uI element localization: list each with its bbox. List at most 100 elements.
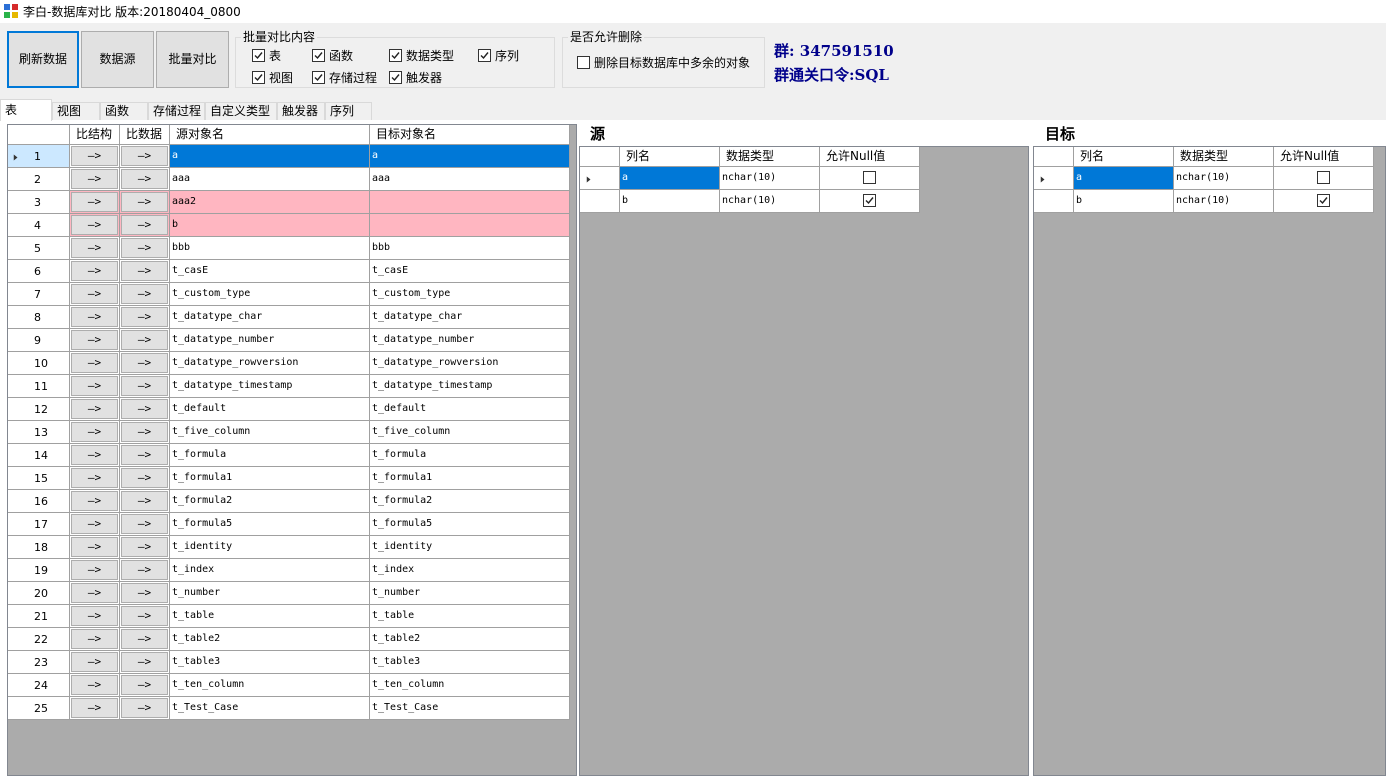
compare-structure-button[interactable]: —> xyxy=(71,652,118,672)
target-object-name-cell[interactable]: t_datatype_timestamp xyxy=(370,375,570,398)
column-header[interactable]: 允许Null值 xyxy=(1274,147,1374,167)
compare-data-button[interactable]: —> xyxy=(121,238,168,258)
tab-sequence[interactable]: 序列 xyxy=(325,102,372,120)
source-object-name-cell[interactable]: t_table xyxy=(170,605,370,628)
data-type-cell[interactable]: nchar(10) xyxy=(1174,190,1274,213)
column-header[interactable]: 列名 xyxy=(1074,147,1174,167)
batch-compare-button[interactable]: 批量对比 xyxy=(156,31,229,88)
compare-data-button[interactable]: —> xyxy=(121,560,168,580)
compare-data-button[interactable]: —> xyxy=(121,491,168,511)
source-object-name-cell[interactable]: t_formula xyxy=(170,444,370,467)
source-object-name-cell[interactable]: t_datatype_rowversion xyxy=(170,352,370,375)
target-object-name-cell[interactable]: t_datatype_char xyxy=(370,306,570,329)
source-object-name-cell[interactable]: t_table3 xyxy=(170,651,370,674)
target-object-name-cell[interactable] xyxy=(370,214,570,237)
compare-data-button[interactable]: —> xyxy=(121,307,168,327)
source-object-name-cell[interactable]: t_datatype_char xyxy=(170,306,370,329)
compare-structure-button[interactable]: —> xyxy=(71,491,118,511)
row-header[interactable]: 15 xyxy=(8,467,70,490)
source-object-name-cell[interactable]: t_datatype_timestamp xyxy=(170,375,370,398)
compare-data-button[interactable]: —> xyxy=(121,376,168,396)
data-type-cell[interactable]: nchar(10) xyxy=(720,167,820,190)
row-header[interactable]: 23 xyxy=(8,651,70,674)
row-header[interactable] xyxy=(580,190,620,213)
compare-structure-button[interactable]: —> xyxy=(71,445,118,465)
compare-data-button[interactable]: —> xyxy=(121,261,168,281)
compare-data-button[interactable]: —> xyxy=(121,445,168,465)
compare-data-button[interactable]: —> xyxy=(121,192,168,212)
object-compare-grid[interactable]: 比结构 比数据 源对象名 目标对象名 1 —> —> a a 2 —> —> aaa aaa 3 —> —> aa… xyxy=(7,124,577,776)
row-header[interactable]: 5 xyxy=(8,237,70,260)
target-object-name-cell[interactable]: t_index xyxy=(370,559,570,582)
column-header[interactable]: 比数据 xyxy=(120,125,170,145)
compare-data-button[interactable]: —> xyxy=(121,399,168,419)
source-object-name-cell[interactable]: t_formula5 xyxy=(170,513,370,536)
compare-data-button[interactable]: —> xyxy=(121,169,168,189)
compare-data-button[interactable]: —> xyxy=(121,353,168,373)
row-header[interactable]: 14 xyxy=(8,444,70,467)
compare-structure-button[interactable]: —> xyxy=(71,146,118,166)
compare-data-button[interactable]: —> xyxy=(121,215,168,235)
row-header[interactable]: 2 xyxy=(8,168,70,191)
target-columns-grid[interactable]: 列名 数据类型 允许Null值 a nchar(10) b nchar(10) xyxy=(1033,146,1386,776)
batch-option-view-checkbox[interactable]: 视图 xyxy=(252,69,293,86)
allow-null-checkbox[interactable] xyxy=(863,171,876,184)
batch-option-procedure-checkbox[interactable]: 存储过程 xyxy=(312,69,377,86)
row-header[interactable]: 19 xyxy=(8,559,70,582)
source-object-name-cell[interactable]: t_default xyxy=(170,398,370,421)
checkbox-box[interactable] xyxy=(389,49,402,62)
row-header[interactable] xyxy=(580,167,620,190)
column-name-cell[interactable]: b xyxy=(620,190,720,213)
source-object-name-cell[interactable]: t_index xyxy=(170,559,370,582)
compare-structure-button[interactable]: —> xyxy=(71,192,118,212)
compare-structure-button[interactable]: —> xyxy=(71,238,118,258)
target-object-name-cell[interactable]: t_formula5 xyxy=(370,513,570,536)
target-object-name-cell[interactable]: t_five_column xyxy=(370,421,570,444)
allow-null-checkbox[interactable] xyxy=(1317,194,1330,207)
data-type-cell[interactable]: nchar(10) xyxy=(1174,167,1274,190)
compare-structure-button[interactable]: —> xyxy=(71,698,118,718)
target-object-name-cell[interactable]: t_default xyxy=(370,398,570,421)
tab-procedure[interactable]: 存储过程 xyxy=(148,102,205,120)
compare-structure-button[interactable]: —> xyxy=(71,353,118,373)
target-object-name-cell[interactable]: aaa xyxy=(370,168,570,191)
compare-data-button[interactable]: —> xyxy=(121,514,168,534)
row-header[interactable]: 8 xyxy=(8,306,70,329)
batch-option-datatype-checkbox[interactable]: 数据类型 xyxy=(389,47,454,64)
target-object-name-cell[interactable]: t_table2 xyxy=(370,628,570,651)
row-header[interactable]: 1 xyxy=(8,145,70,168)
tab-table[interactable]: 表 xyxy=(0,99,52,121)
target-object-name-cell[interactable]: t_formula xyxy=(370,444,570,467)
row-header[interactable]: 4 xyxy=(8,214,70,237)
column-header[interactable]: 列名 xyxy=(620,147,720,167)
column-header[interactable]: 允许Null值 xyxy=(820,147,920,167)
source-object-name-cell[interactable]: t_custom_type xyxy=(170,283,370,306)
source-object-name-cell[interactable]: t_number xyxy=(170,582,370,605)
target-object-name-cell[interactable]: t_casE xyxy=(370,260,570,283)
refresh-data-button[interactable]: 刷新数据 xyxy=(7,31,79,88)
tab-view[interactable]: 视图 xyxy=(52,102,100,120)
row-header[interactable]: 18 xyxy=(8,536,70,559)
compare-data-button[interactable]: —> xyxy=(121,330,168,350)
checkbox-box[interactable] xyxy=(389,71,402,84)
compare-structure-button[interactable]: —> xyxy=(71,629,118,649)
target-object-name-cell[interactable]: t_formula1 xyxy=(370,467,570,490)
column-name-cell[interactable]: b xyxy=(1074,190,1174,213)
target-object-name-cell[interactable]: t_custom_type xyxy=(370,283,570,306)
source-object-name-cell[interactable]: t_casE xyxy=(170,260,370,283)
source-object-name-cell[interactable]: b xyxy=(170,214,370,237)
source-object-name-cell[interactable]: bbb xyxy=(170,237,370,260)
source-object-name-cell[interactable]: t_formula2 xyxy=(170,490,370,513)
compare-data-button[interactable]: —> xyxy=(121,468,168,488)
compare-data-button[interactable]: —> xyxy=(121,537,168,557)
row-header[interactable]: 21 xyxy=(8,605,70,628)
batch-option-function-checkbox[interactable]: 函数 xyxy=(312,47,353,64)
batch-option-trigger-checkbox[interactable]: 触发器 xyxy=(389,69,442,86)
compare-structure-button[interactable]: —> xyxy=(71,675,118,695)
checkbox-box[interactable] xyxy=(252,71,265,84)
target-object-name-cell[interactable]: t_formula2 xyxy=(370,490,570,513)
row-header[interactable]: 9 xyxy=(8,329,70,352)
source-object-name-cell[interactable]: t_table2 xyxy=(170,628,370,651)
source-object-name-cell[interactable]: t_identity xyxy=(170,536,370,559)
row-header[interactable] xyxy=(1034,190,1074,213)
